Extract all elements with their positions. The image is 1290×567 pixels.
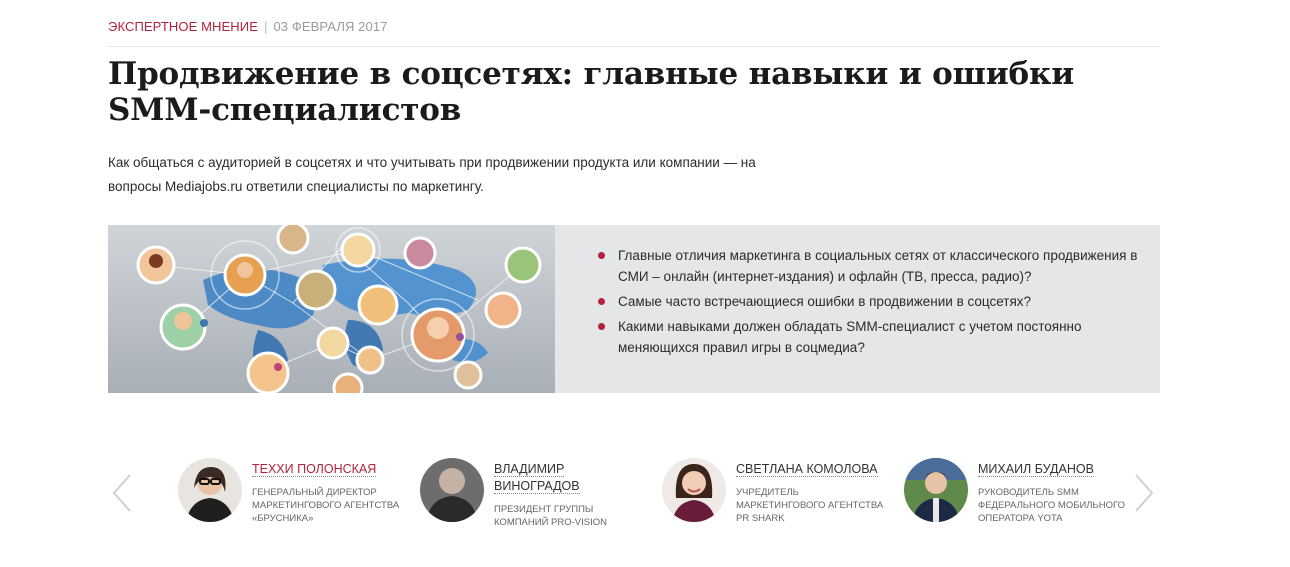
- article-banner: Главные отличия маркетинга в социальных …: [108, 225, 1160, 393]
- chevron-right-icon: [1135, 474, 1154, 512]
- expert-name[interactable]: МИХАИЛ БУДАНОВ: [978, 461, 1128, 478]
- expert-card[interactable]: ВЛАДИМИР ВИНОГРАДОВ ПРЕЗИДЕНТ ГРУППЫ КОМ…: [420, 458, 650, 538]
- category-link[interactable]: ЭКСПЕРТНОЕ МНЕНИЕ: [108, 19, 258, 34]
- list-item: Какими навыками должен обладать SMM-спец…: [598, 316, 1138, 358]
- carousel-prev-button[interactable]: [108, 473, 136, 513]
- social-network-illustration: [108, 225, 555, 393]
- avatar: [904, 458, 968, 522]
- expert-card[interactable]: МИХАИЛ БУДАНОВ РУКОВОДИТЕЛЬ SMM ФЕДЕРАЛЬ…: [904, 458, 1134, 538]
- article-title: Продвижение в соцсетях: главные навыки и…: [108, 56, 1075, 128]
- bullet-dot-icon: [598, 323, 605, 330]
- expert-role: ПРЕЗИДЕНТ ГРУППЫ КОМПАНИЙ PRO-VISION: [494, 504, 608, 528]
- bullet-dot-icon: [598, 252, 605, 259]
- avatar: [178, 458, 242, 522]
- carousel-next-button[interactable]: [1130, 473, 1158, 513]
- experts-carousel: ТЕХХИ ПОЛОНСКАЯ ГЕНЕРАЛЬНЫЙ ДИРЕКТОР МАР…: [108, 455, 1160, 545]
- avatar: [662, 458, 726, 522]
- article-lead: Как общаться с аудиторией в соцсетях и ч…: [108, 155, 756, 194]
- expert-name[interactable]: СВЕТЛАНА КОМОЛОВА: [736, 461, 886, 478]
- expert-role: РУКОВОДИТЕЛЬ SMM ФЕДЕРАЛЬНОГО МОБИЛЬНОГО…: [978, 487, 1126, 524]
- chevron-left-icon: [112, 474, 131, 512]
- expert-name[interactable]: ВЛАДИМИР ВИНОГРАДОВ: [494, 461, 644, 495]
- expert-card[interactable]: СВЕТЛАНА КОМОЛОВА УЧРЕДИТЕЛЬ МАРКЕТИНГОВ…: [662, 458, 892, 538]
- expert-role: УЧРЕДИТЕЛЬ МАРКЕТИНГОВОГО АГЕНТСТВА PR S…: [736, 487, 884, 524]
- list-item: Самые часто встречающиеся ошибки в продв…: [598, 291, 1138, 312]
- avatar: [420, 458, 484, 522]
- illustration-svg: [108, 225, 555, 393]
- question-list: Главные отличия маркетинга в социальных …: [598, 245, 1138, 362]
- expert-role: ГЕНЕРАЛЬНЫЙ ДИРЕКТОР МАРКЕТИНГОВОГО АГЕН…: [252, 487, 400, 524]
- expert-name[interactable]: ТЕХХИ ПОЛОНСКАЯ: [252, 461, 402, 478]
- article-meta: ЭКСПЕРТНОЕ МНЕНИЕ | 03 ФЕВРАЛЯ 2017: [108, 19, 387, 34]
- header-divider: [108, 46, 1160, 47]
- bullet-dot-icon: [598, 298, 605, 305]
- article-date: 03 ФЕВРАЛЯ 2017: [273, 19, 388, 34]
- meta-separator: |: [263, 19, 268, 34]
- list-item: Главные отличия маркетинга в социальных …: [598, 245, 1138, 287]
- expert-card[interactable]: ТЕХХИ ПОЛОНСКАЯ ГЕНЕРАЛЬНЫЙ ДИРЕКТОР МАР…: [178, 458, 408, 538]
